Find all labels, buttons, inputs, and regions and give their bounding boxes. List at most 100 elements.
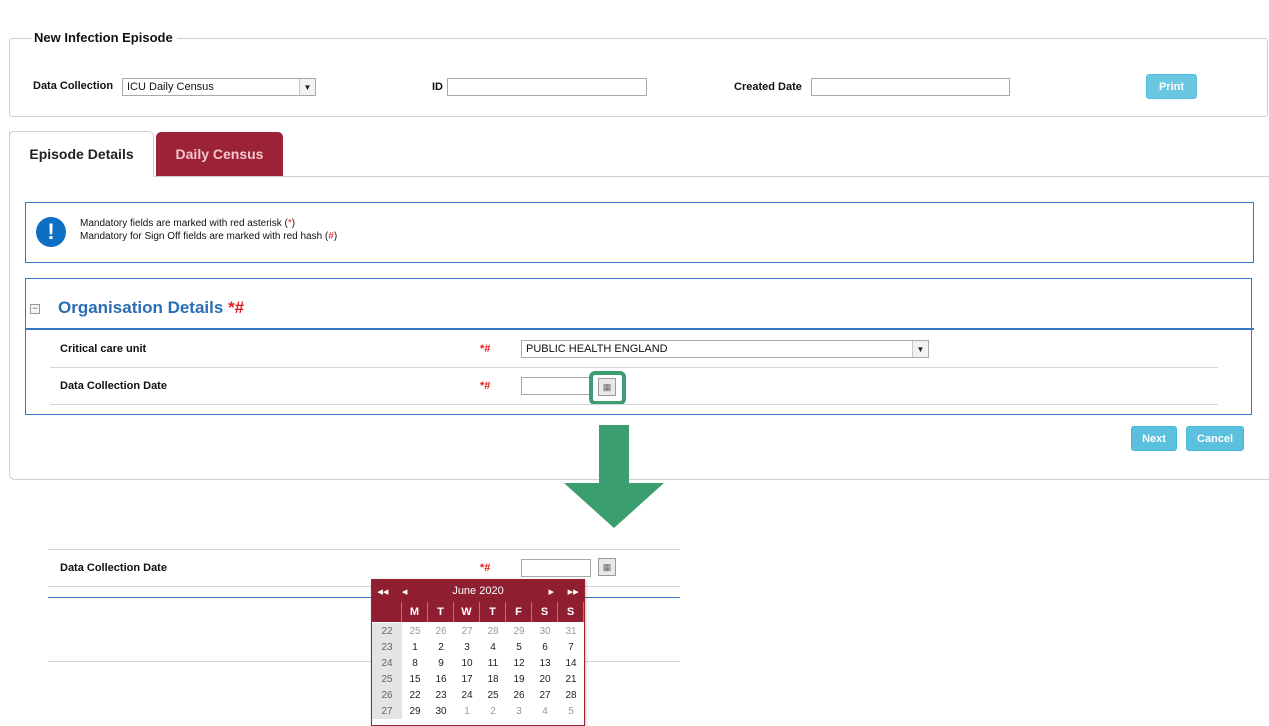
zoom-calendar-icon[interactable]: ▦ [598, 558, 616, 576]
calendar-day[interactable]: 3 [454, 639, 480, 655]
calendar-day[interactable]: 20 [532, 671, 558, 687]
calendar-day[interactable]: 5 [506, 639, 532, 655]
created-date-field[interactable] [811, 78, 1010, 96]
calendar-day[interactable]: 12 [506, 655, 532, 671]
calendar-day[interactable]: 8 [402, 655, 428, 671]
data-collection-date-required: *# [480, 380, 491, 392]
organisation-title-mark: *# [228, 298, 245, 317]
tab-daily-census[interactable]: Daily Census [156, 132, 283, 176]
info-line-hash-close: ) [333, 231, 338, 242]
row-divider [50, 404, 1218, 405]
zoom-bottom-divider [48, 661, 680, 662]
calendar-icon-highlight [589, 371, 626, 405]
calendar-day[interactable]: 29 [402, 703, 428, 719]
weekday-header: S [558, 602, 584, 622]
calendar-day[interactable]: 2 [428, 639, 454, 655]
row-divider [50, 367, 1218, 368]
tab-episode-details[interactable]: Episode Details [9, 131, 154, 177]
calendar-header: ◂◂ ◂ June 2020 ▸ ▸▸ [372, 580, 584, 602]
calendar-day[interactable]: 16 [428, 671, 454, 687]
next-month-button[interactable]: ▸ [540, 585, 562, 598]
calendar-day[interactable]: 26 [506, 687, 532, 703]
calendar-day[interactable]: 17 [454, 671, 480, 687]
prev-year-button[interactable]: ◂◂ [372, 585, 394, 598]
id-label: ID [432, 81, 443, 93]
critical-care-select[interactable]: PUBLIC HEALTH ENGLAND ▼ [521, 340, 929, 358]
calendar-day[interactable]: 10 [454, 655, 480, 671]
zoom-top-divider [48, 549, 680, 550]
calendar-day[interactable]: 21 [558, 671, 584, 687]
calendar-day[interactable]: 25 [402, 623, 428, 639]
weekday-header: T [428, 602, 454, 622]
calendar-day[interactable]: 26 [428, 623, 454, 639]
data-collection-label: Data Collection [33, 80, 114, 92]
week-number: 23 [372, 639, 402, 655]
calendar-day[interactable]: 29 [506, 623, 532, 639]
zoom-data-collection-date-required: *# [480, 562, 491, 574]
calendar-day[interactable]: 25 [480, 687, 506, 703]
calendar-day[interactable]: 6 [532, 639, 558, 655]
calendar-day[interactable]: 9 [428, 655, 454, 671]
calendar-day[interactable]: 1 [454, 703, 480, 719]
collapse-icon[interactable]: − [30, 304, 40, 314]
calendar-day[interactable]: 24 [454, 687, 480, 703]
print-button[interactable]: Print [1146, 74, 1197, 99]
week-number: 24 [372, 655, 402, 671]
weekday-header: S [532, 602, 558, 622]
down-arrow-icon [599, 425, 629, 483]
calendar-day[interactable]: 1 [402, 639, 428, 655]
week-number: 27 [372, 703, 402, 719]
organisation-title-text: Organisation Details [58, 298, 224, 317]
weekday-header: T [480, 602, 506, 622]
cancel-button[interactable]: Cancel [1186, 426, 1244, 451]
calendar-day[interactable]: 28 [558, 687, 584, 703]
calendar-day[interactable]: 19 [506, 671, 532, 687]
info-icon: ! [36, 217, 66, 247]
calendar-day[interactable]: 4 [480, 639, 506, 655]
next-button[interactable]: Next [1131, 426, 1177, 451]
calendar-day[interactable]: 13 [532, 655, 558, 671]
data-collection-select[interactable]: ICU Daily Census ▼ [122, 78, 316, 96]
critical-care-required: *# [480, 343, 491, 355]
calendar-day[interactable]: 30 [428, 703, 454, 719]
calendar-day[interactable]: 7 [558, 639, 584, 655]
calendar-day[interactable]: 27 [532, 687, 558, 703]
prev-month-button[interactable]: ◂ [394, 585, 416, 598]
calendar-day[interactable]: 23 [428, 687, 454, 703]
week-number: 22 [372, 623, 402, 639]
down-arrow-head-icon [564, 483, 664, 528]
organisation-title: Organisation Details *# [58, 298, 244, 318]
critical-care-value: PUBLIC HEALTH ENGLAND [526, 343, 668, 355]
calendar-day[interactable]: 5 [558, 703, 584, 719]
calendar-day[interactable]: 14 [558, 655, 584, 671]
calendar-day[interactable]: 31 [558, 623, 584, 639]
calendar-day[interactable]: 22 [402, 687, 428, 703]
info-line-hash-text: Mandatory for Sign Off fields are marked… [80, 231, 329, 242]
created-date-label: Created Date [734, 81, 802, 93]
data-collection-date-input[interactable] [521, 377, 591, 395]
date-picker-calendar: ◂◂ ◂ June 2020 ▸ ▸▸ MTWTFSS 22 25 26 27 28 29… [371, 579, 585, 726]
week-number: 25 [372, 671, 402, 687]
calendar-day-grid: 22 25 26 27 28 29 30 31 23 1 2 3 4 5 6 7 24 8 9 10 11 12 13 14 2… [372, 623, 584, 719]
calendar-day[interactable]: 27 [454, 623, 480, 639]
calendar-day[interactable]: 3 [506, 703, 532, 719]
calendar-day[interactable]: 18 [480, 671, 506, 687]
info-line-asterisk: Mandatory fields are marked with red ast… [80, 218, 295, 229]
chevron-down-icon[interactable]: ▼ [912, 341, 928, 357]
calendar-day[interactable]: 30 [532, 623, 558, 639]
id-field[interactable] [447, 78, 647, 96]
calendar-day[interactable]: 28 [480, 623, 506, 639]
calendar-day[interactable]: 11 [480, 655, 506, 671]
info-line-asterisk-close: ) [291, 218, 296, 229]
info-line-asterisk-text: Mandatory fields are marked with red ast… [80, 218, 288, 229]
calendar-day[interactable]: 15 [402, 671, 428, 687]
calendar-month-label[interactable]: June 2020 [416, 585, 541, 597]
zoom-section-divider [48, 597, 680, 598]
calendar-day[interactable]: 2 [480, 703, 506, 719]
data-collection-value: ICU Daily Census [127, 81, 214, 93]
chevron-down-icon[interactable]: ▼ [299, 79, 315, 95]
calendar-day[interactable]: 4 [532, 703, 558, 719]
zoom-data-collection-date-input[interactable] [521, 559, 591, 577]
calendar-weekday-row: MTWTFSS [372, 602, 584, 622]
next-year-button[interactable]: ▸▸ [562, 585, 584, 598]
